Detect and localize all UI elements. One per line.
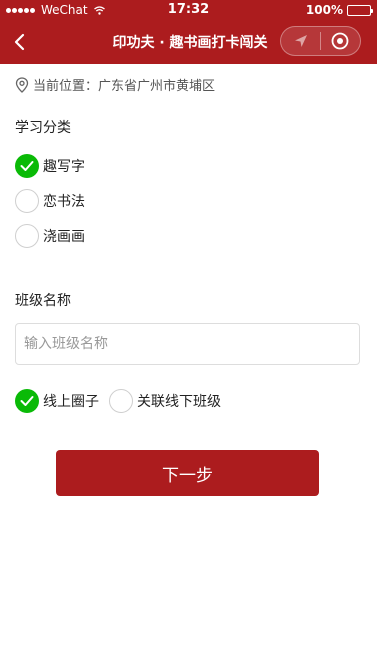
map-pin-icon <box>15 76 29 93</box>
radio-checked-icon[interactable] <box>15 389 39 413</box>
category-option-label: 恋书法 <box>43 194 85 210</box>
radio-unchecked-icon[interactable] <box>15 189 39 213</box>
share-location-button[interactable] <box>281 27 320 55</box>
category-option-1[interactable]: 趣写字 <box>15 154 85 178</box>
status-right: 100% <box>305 3 373 17</box>
page-title: 印功夫 · 趣书画打卡闯关 <box>112 35 268 51</box>
next-step-button[interactable]: 下一步 <box>56 450 319 496</box>
checkmark-icon <box>20 161 34 171</box>
status-bar: WeChat 17:32 100% <box>0 0 377 20</box>
category-option-2[interactable]: 恋书法 <box>15 189 85 213</box>
class-type-offline[interactable]: 关联线下班级 <box>109 389 221 413</box>
category-title: 学习分类 <box>15 120 71 136</box>
app-header: WeChat 17:32 100% 印功夫 · 趣书画打卡闯关 <box>0 0 377 64</box>
category-option-3[interactable]: 浇画画 <box>15 224 85 248</box>
class-type-online[interactable]: 线上圈子 <box>15 389 99 413</box>
location-label: 当前位置：广东省广州市黄埔区 <box>33 79 216 94</box>
radio-checked-icon[interactable] <box>15 154 39 178</box>
class-type-options: 线上圈子 关联线下班级 <box>15 389 231 413</box>
battery-icon <box>347 4 373 16</box>
class-type-label: 关联线下班级 <box>137 394 221 410</box>
class-name-input[interactable] <box>15 323 360 365</box>
target-circle-icon <box>332 32 349 50</box>
chevron-left-icon <box>14 33 25 51</box>
category-option-label: 趣写字 <box>43 159 85 175</box>
class-type-label: 线上圈子 <box>43 394 99 410</box>
nav-bar: 印功夫 · 趣书画打卡闯关 <box>0 20 377 64</box>
back-button[interactable] <box>6 28 34 56</box>
category-option-label: 浇画画 <box>43 229 85 245</box>
battery-percent: 100% <box>305 3 343 17</box>
close-mini-program-button[interactable] <box>321 27 360 55</box>
mini-program-capsule <box>280 26 361 56</box>
radio-unchecked-icon[interactable] <box>15 224 39 248</box>
radio-unchecked-icon[interactable] <box>109 389 133 413</box>
class-name-title: 班级名称 <box>15 293 71 309</box>
current-location: 当前位置：广东省广州市黄埔区 <box>15 75 215 94</box>
checkmark-icon <box>20 396 34 406</box>
navigation-arrow-icon <box>294 35 307 47</box>
